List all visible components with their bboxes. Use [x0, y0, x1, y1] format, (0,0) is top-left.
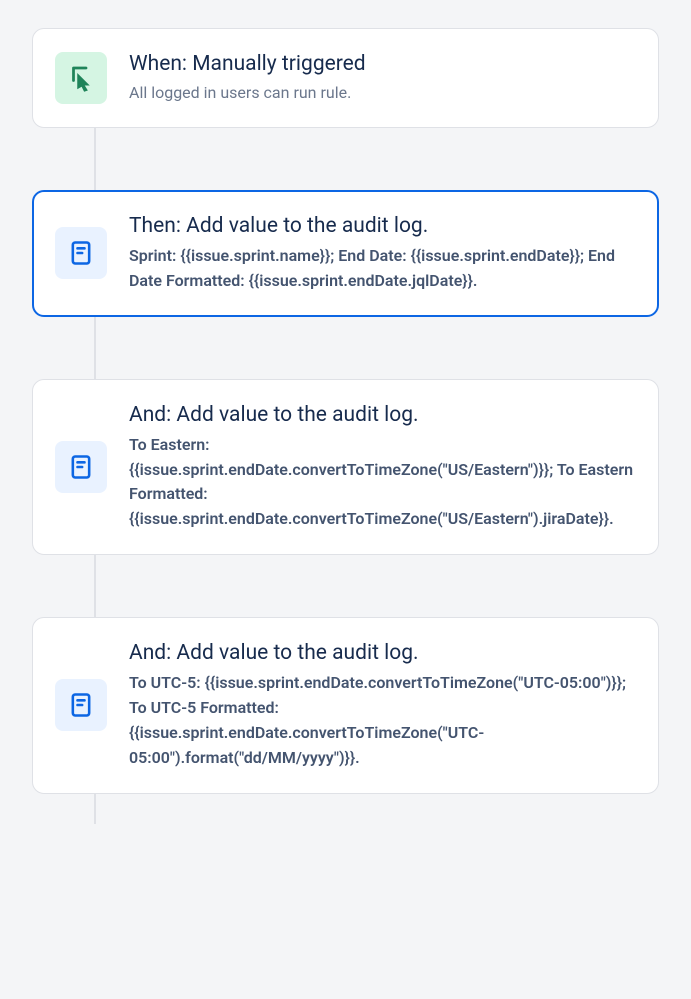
manual-trigger-icon	[55, 52, 107, 104]
action-content: And: Add value to the audit log. To UTC-…	[129, 640, 634, 770]
trigger-card[interactable]: When: Manually triggered All logged in u…	[32, 28, 659, 128]
trigger-subtitle: All logged in users can run rule.	[129, 82, 634, 104]
flow-connector	[94, 794, 96, 824]
action-card-audit-log-2[interactable]: And: Add value to the audit log. To East…	[32, 379, 659, 555]
flow-connector	[94, 555, 96, 617]
audit-log-icon	[55, 227, 107, 279]
action-content: Then: Add value to the audit log. Sprint…	[129, 213, 634, 294]
audit-log-icon	[55, 441, 107, 493]
automation-flow: When: Manually triggered All logged in u…	[32, 28, 659, 824]
action-title: Then: Add value to the audit log.	[129, 213, 634, 240]
action-card-audit-log-1[interactable]: Then: Add value to the audit log. Sprint…	[32, 190, 659, 317]
action-desc: To UTC-5: {{issue.sprint.endDate.convert…	[129, 671, 634, 770]
flow-connector	[94, 128, 96, 190]
action-title: And: Add value to the audit log.	[129, 402, 634, 429]
action-desc: Sprint: {{issue.sprint.name}}; End Date:…	[129, 244, 634, 294]
trigger-content: When: Manually triggered All logged in u…	[129, 51, 634, 105]
action-title: And: Add value to the audit log.	[129, 640, 634, 667]
action-content: And: Add value to the audit log. To East…	[129, 402, 634, 532]
action-desc: To Eastern: {{issue.sprint.endDate.conve…	[129, 433, 634, 532]
audit-log-icon	[55, 679, 107, 731]
flow-connector	[94, 317, 96, 379]
action-card-audit-log-3[interactable]: And: Add value to the audit log. To UTC-…	[32, 617, 659, 793]
trigger-title: When: Manually triggered	[129, 51, 634, 78]
